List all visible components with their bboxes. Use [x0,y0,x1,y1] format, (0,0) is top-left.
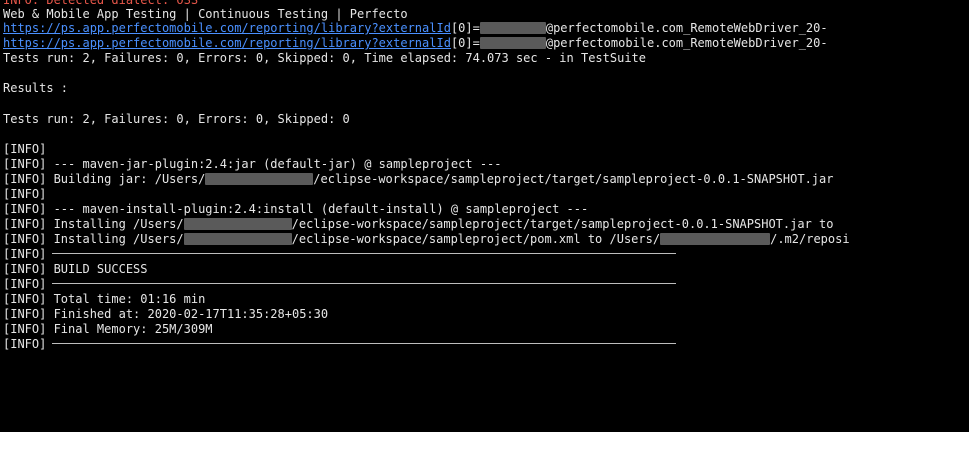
separator-line: [INFO] [3,337,677,352]
separator-rule [52,283,677,284]
finished-at-line: [INFO] Finished at: 2020-02-17T11:35:28+… [3,307,329,321]
results-heading: Results : [3,81,69,95]
info-line: [INFO] [3,142,47,156]
installing-jar-path: /eclipse-workspace/sampleproject/target/… [291,217,834,231]
separator-line: [INFO] [3,277,677,292]
test-suite-summary-line: Tests run: 2, Failures: 0, Errors: 0, Sk… [3,51,646,65]
redacted-text [205,172,314,185]
terminal-output: INFO: Detected dialect: OSS Web & Mobile… [0,0,969,432]
info-label: [INFO] [3,337,47,351]
total-time-line: [INFO] Total time: 01:16 min [3,292,206,306]
installing-jar-prefix: [INFO] Installing /Users/ [3,217,184,231]
info-label: [INFO] [3,277,47,291]
separator-rule [52,253,677,254]
separator-rule [52,343,677,344]
page-background [0,432,969,450]
report-link-1[interactable]: https://ps.app.perfectomobile.com/report… [3,21,451,35]
redacted-text [479,21,546,34]
jar-plugin-line: [INFO] --- maven-jar-plugin:2.4:jar (def… [3,157,502,171]
tests-summary-line: Tests run: 2, Failures: 0, Errors: 0, Sk… [3,112,350,126]
link-index-2: [0]= [450,36,480,50]
redacted-text [183,232,292,245]
report-link-line-2: https://ps.app.perfectomobile.com/report… [3,36,828,51]
redacted-text [183,217,292,230]
info-line: [INFO] [3,187,47,201]
install-plugin-line: [INFO] --- maven-install-plugin:2.4:inst… [3,202,589,216]
separator-line: [INFO] [3,247,677,262]
installing-pom-prefix: [INFO] Installing /Users/ [3,232,184,246]
installing-pom-line: [INFO] Installing /Users/ /eclipse-worksp… [3,232,850,247]
building-jar-prefix: [INFO] Building jar: /Users/ [3,172,206,186]
building-jar-path: /eclipse-workspace/sampleproject/target/… [313,172,834,186]
building-jar-line: [INFO] Building jar: /Users/ /eclipse-wor… [3,172,833,187]
installing-pom-path: /eclipse-workspace/sampleproject/pom.xml… [291,232,661,246]
report-link-line-1: https://ps.app.perfectomobile.com/report… [3,21,828,36]
build-success-line: [INFO] BUILD SUCCESS [3,262,148,276]
installing-jar-line: [INFO] Installing /Users/ /eclipse-worksp… [3,217,833,232]
perfecto-title-line: Web & Mobile App Testing | Continuous Te… [3,7,408,21]
installing-pom-target: /.m2/reposi [770,232,850,246]
redacted-text [660,232,771,245]
link-index-1: [0]= [450,21,480,35]
final-memory-line: [INFO] Final Memory: 25M/309M [3,322,213,336]
link-driver-1: @perfectomobile.com_RemoteWebDriver_20- [545,21,828,35]
redacted-text [479,36,546,49]
info-label: [INFO] [3,247,47,261]
link-driver-2: @perfectomobile.com_RemoteWebDriver_20- [545,36,828,50]
report-link-2[interactable]: https://ps.app.perfectomobile.com/report… [3,36,451,50]
